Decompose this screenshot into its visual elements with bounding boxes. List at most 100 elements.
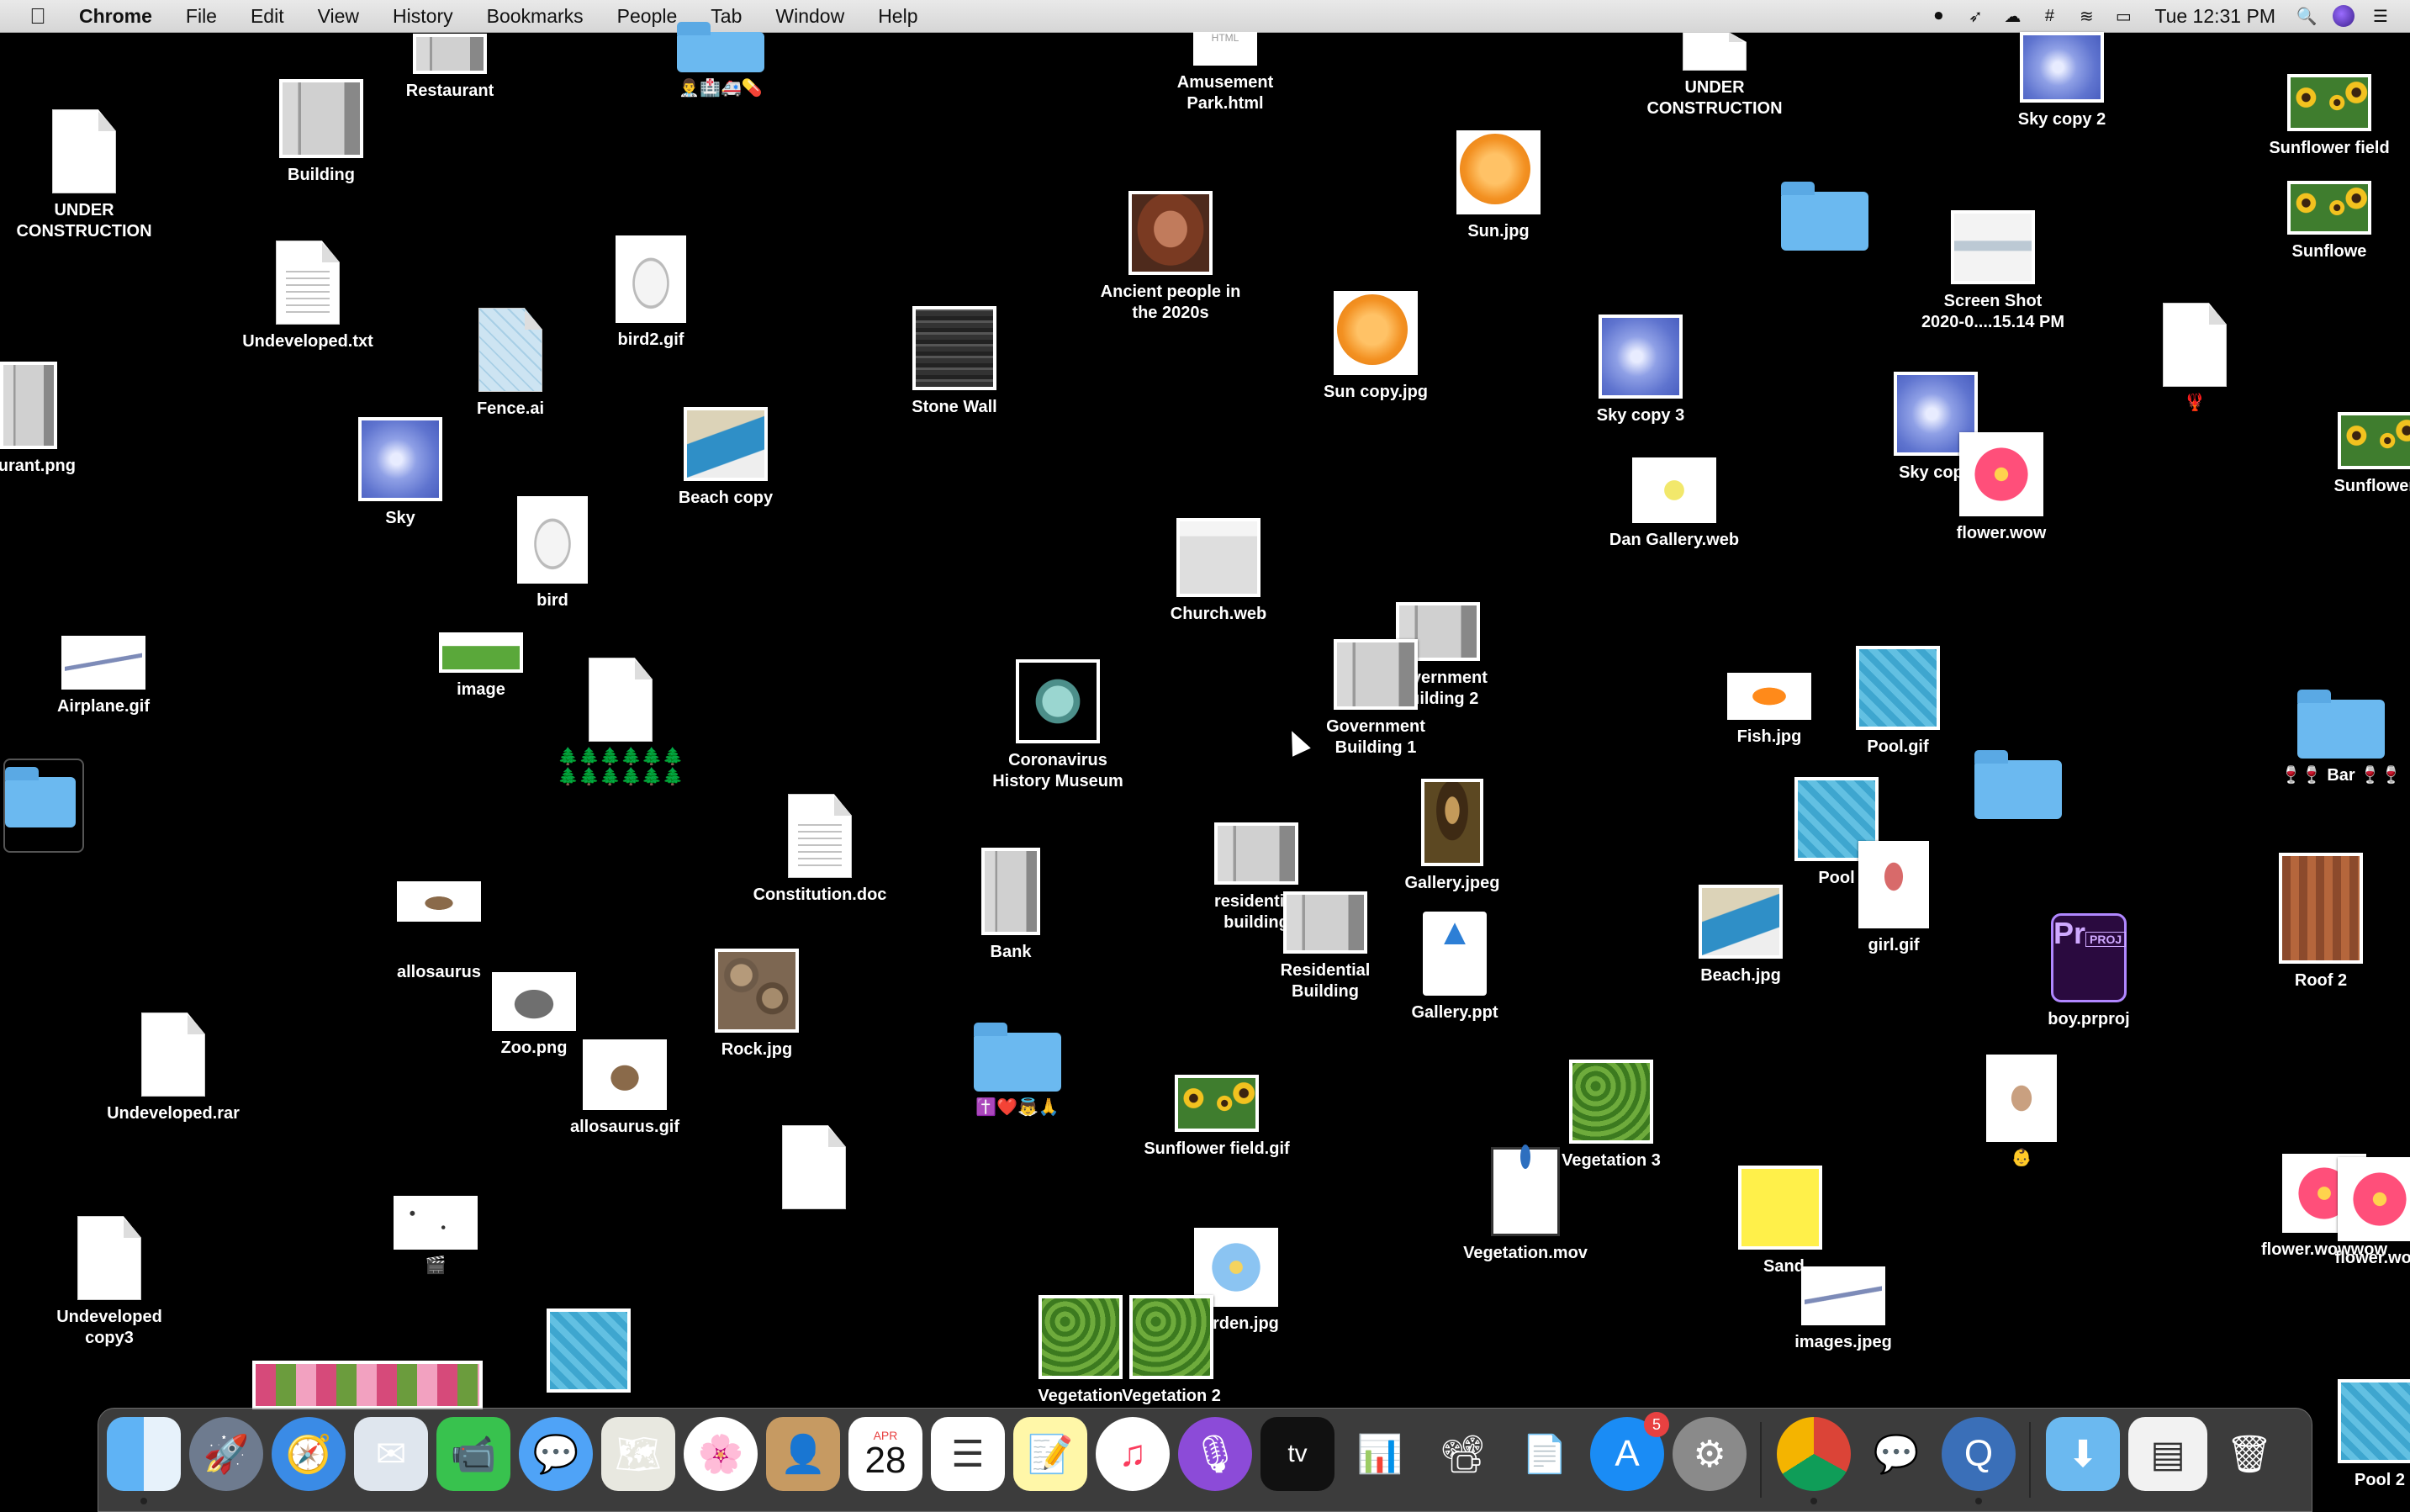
app-menu[interactable]: Chrome [74, 5, 169, 28]
desktop-icon-constitution[interactable]: Constitution.doc [727, 794, 912, 906]
desktop-icon-collage[interactable] [252, 1361, 483, 1409]
desktop-icon-bird[interactable]: bird [460, 496, 645, 611]
desktop-icon-folder-beach[interactable]: 🏖🏖🏖 [1926, 750, 2111, 845]
contacts-icon[interactable]: 👤 [766, 1417, 840, 1491]
desktop-icon-sunflower-field-gif[interactable]: Sunflower field.gif [1124, 1075, 1309, 1160]
documents-stack-icon[interactable]: ▤ [2128, 1417, 2207, 1491]
desktop-icon-stone-wall[interactable]: Stone Wall [862, 306, 1047, 418]
menu-window[interactable]: Window [758, 5, 861, 28]
desktop-icon-clapper[interactable]: 🎬 [343, 1196, 528, 1276]
menu-file[interactable]: File [169, 5, 234, 28]
desktop-icon-eyes-doc[interactable]: 👁👁👁 [721, 1125, 906, 1235]
send-icon[interactable]: ➶ [1964, 5, 1986, 27]
siri-icon[interactable] [2333, 5, 2355, 27]
clock[interactable]: Tue 12:31 PM [2154, 5, 2275, 28]
chrome-icon[interactable] [1777, 1417, 1851, 1504]
desktop-icon-vegetation-2[interactable]: Vegetation 2 [1079, 1295, 1264, 1407]
desktop-icon-church[interactable]: Church.web [1126, 518, 1311, 625]
desktop-icon-sun-copy[interactable]: Sun copy.jpg [1283, 291, 1468, 403]
desktop-icon-bank[interactable]: Bank [918, 848, 1103, 963]
desktop-icon-bar[interactable]: 🍷🍷 Bar 🍷🍷 [2249, 690, 2410, 786]
desktop-icon-folder-heart[interactable]: ✝️❤️👼🙏 [925, 1023, 1110, 1118]
desktop-icon-trees-doc[interactable]: 🌲🌲🌲🌲🌲🌲 🌲🌲🌲🌲🌲🌲 [528, 658, 713, 787]
notes-icon[interactable]: 📝 [1013, 1417, 1087, 1491]
desktop-icon-under-construction-left[interactable]: UNDER CONSTRUCTION [0, 109, 177, 242]
desktop-icon-sunflower-f[interactable]: Sunflower f [2287, 412, 2410, 497]
wifi-icon[interactable]: ≋ [2075, 5, 2097, 27]
desktop-icon-images-jpeg[interactable]: images.jpeg [1751, 1266, 1936, 1353]
quicktime-icon[interactable]: Q [1942, 1417, 2016, 1504]
desktop-icon-ancient-people[interactable]: Ancient people in the 2020s [1078, 191, 1263, 324]
apple-tv-icon[interactable]: tv [1260, 1417, 1334, 1491]
podcasts-icon[interactable]: 🎙 [1178, 1417, 1252, 1491]
desktop-icon-gallery-ppt[interactable]: ▲ Gallery.ppt [1362, 912, 1547, 1023]
launchpad-icon[interactable]: 🚀 [189, 1417, 263, 1491]
numbers-icon[interactable]: 📊 [1343, 1417, 1417, 1491]
cloud-sync-icon[interactable]: ☁ [2001, 5, 2023, 27]
spotlight-search-icon[interactable]: 🔍 [2296, 5, 2318, 27]
desktop-icon-screenshot[interactable]: Screen Shot 2020-0....15.14 PM [1900, 210, 2085, 333]
desktop-icon-sky-copy-2[interactable]: Sky copy 2 [1969, 32, 2154, 130]
notification-center-icon[interactable]: ☰ [2370, 5, 2392, 27]
record-icon[interactable]: ⏺ [1927, 5, 1949, 27]
desktop-icon-flower-wow-2[interactable]: flower.wow [2287, 1157, 2410, 1269]
desktop-icon-allosaurus-gif[interactable]: allosaurus.gif [532, 1039, 717, 1138]
desktop-icon-sky-copy-3[interactable]: Sky copy 3 [1548, 315, 1733, 426]
desktop-icon-sand[interactable]: Sand [1688, 1166, 1873, 1277]
trash-icon[interactable]: 🗑 [2212, 1417, 2286, 1491]
desktop-icon-lobster-doc[interactable]: 🦞 [2102, 303, 2287, 413]
system-preferences-icon[interactable]: ⚙ [1673, 1417, 1747, 1491]
desktop-icon-dan-gallery[interactable]: Dan Gallery.web [1582, 457, 1767, 551]
battery-icon[interactable]: ▭ [2112, 5, 2134, 27]
downloads-folder-icon[interactable]: ⬇ [2046, 1417, 2120, 1491]
desktop-icon-undeveloped-copy3[interactable]: Undeveloped copy3 [17, 1216, 202, 1349]
desktop-icon-building[interactable]: Building [229, 79, 414, 186]
menu-view[interactable]: View [301, 5, 376, 28]
desktop-icon-coronavirus-museum[interactable]: Coronavirus History Museum [965, 659, 1150, 792]
maps-icon[interactable]: 🗺 [601, 1417, 675, 1491]
messages-icon[interactable]: 💬 [519, 1417, 593, 1491]
desktop-icon-allosaurus[interactable]: allosaurus [346, 881, 531, 983]
desktop-icon-roof-2[interactable]: Roof 2 [2228, 853, 2410, 991]
wechat-icon[interactable]: 💬 [1859, 1417, 1933, 1491]
desktop-icon-folder-faces[interactable]: 😂😂😂 [1732, 182, 1917, 277]
photos-icon[interactable]: 🌸 [684, 1417, 758, 1491]
pages-icon[interactable]: 📄 [1508, 1417, 1582, 1491]
grid-icon[interactable]: # [2038, 5, 2060, 27]
calendar-icon[interactable]: APR 28 [848, 1417, 922, 1491]
apple-menu-icon[interactable]:  [25, 3, 50, 29]
desktop-icon-under-construction-top[interactable]: UNDER CONSTRUCTION [1622, 32, 1807, 119]
desktop-icon-sunflower-partial[interactable]: Sunflowe [2237, 181, 2410, 262]
desktop-icon-vegetation-mov[interactable]: Vegetation.mov [1433, 1145, 1618, 1264]
mail-icon[interactable]: ✉ [354, 1417, 428, 1491]
menu-edit[interactable]: Edit [234, 5, 301, 28]
desktop-icon-gallery-jpeg[interactable]: Gallery.jpeg [1360, 779, 1545, 894]
desktop-icon-boy-prproj[interactable]: Pr PROJ boy.prproj [1996, 913, 2181, 1030]
desktop-icon-airplane[interactable]: Airplane.gif [11, 636, 196, 717]
desktop-icon-undeveloped-rar[interactable]: Undeveloped.rar [81, 1012, 266, 1124]
desktop-icon-girl[interactable]: girl.gif [1801, 841, 1986, 956]
menu-bookmarks[interactable]: Bookmarks [470, 5, 600, 28]
desktop-icon-folder-medical[interactable]: 👨‍⚕️🏥🚑💊 [628, 22, 813, 98]
keynote-icon[interactable]: 📽 [1425, 1417, 1499, 1491]
safari-icon[interactable]: 🧭 [272, 1417, 346, 1491]
desktop-icon-beach-copy[interactable]: Beach copy [633, 407, 818, 509]
music-icon[interactable]: ♫ [1096, 1417, 1170, 1491]
facetime-icon[interactable]: 📹 [436, 1417, 510, 1491]
desktop-icon-flower-wow[interactable]: flower.wow [1909, 432, 2094, 544]
desktop-icon-sun[interactable]: Sun.jpg [1406, 130, 1591, 242]
reminders-icon[interactable]: ☰ [931, 1417, 1005, 1491]
desktop-icon-amusement-park[interactable]: HTML Amusement Park.html [1133, 32, 1318, 114]
desktop-icon-undeveloped-txt[interactable]: Undeveloped.txt [215, 241, 400, 352]
desktop-icon-restaurant-png[interactable]: urant.png [0, 362, 92, 477]
desktop-icon-pool-gif[interactable]: Pool.gif [1805, 646, 1990, 758]
menu-help[interactable]: Help [861, 5, 934, 28]
desktop-icon-folder-selected[interactable] [0, 759, 129, 853]
menu-history[interactable]: History [376, 5, 470, 28]
desktop-icon-baby[interactable]: 👶 [1929, 1055, 2114, 1168]
desktop-icon-government-building-1[interactable]: Government Building 1 [1283, 639, 1468, 759]
desktop-icon-fence[interactable]: Fence.ai [418, 308, 603, 420]
desktop-icon-sunflower-field[interactable]: Sunflower field [2237, 74, 2410, 159]
finder-icon[interactable] [107, 1417, 181, 1504]
app-store-icon[interactable]: A5 [1590, 1412, 1669, 1491]
